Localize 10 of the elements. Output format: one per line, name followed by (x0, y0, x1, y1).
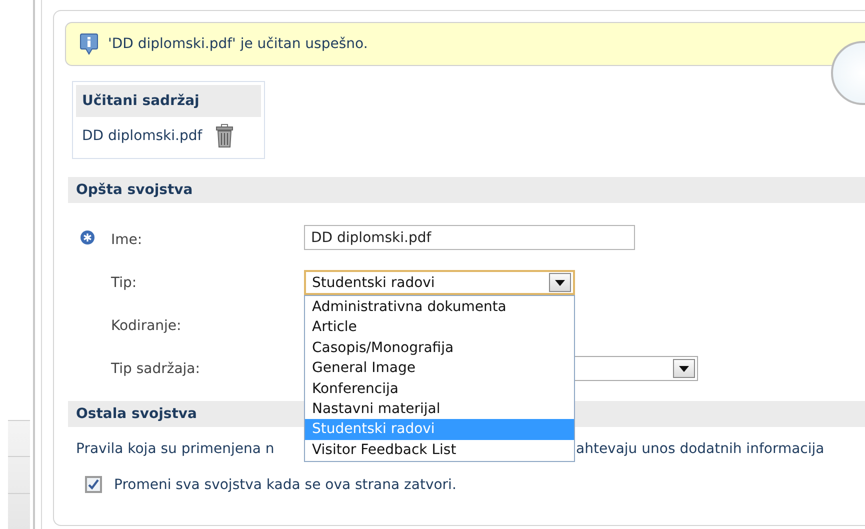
field-label: Tip: (111, 274, 138, 290)
field-label: Tip sadržaja: (111, 360, 201, 376)
field-label: Ime: (111, 232, 144, 248)
upload-success-message: 'DD diplomski.pdf' je učitan uspešno. (108, 36, 368, 52)
rules-note-text: ahtevaju unos dodatnih informacija (576, 441, 826, 457)
section-header: Opšta svojstva (68, 177, 865, 203)
rules-note-text: Pravila koja su primenjena n (76, 441, 276, 457)
field-label: Kodiranje: (111, 318, 182, 334)
checkbox-label: Promeni sva svojstva kada se ova strana zatvori. (114, 476, 456, 492)
uploaded-content-title: Učitani sadržaj (76, 85, 261, 117)
